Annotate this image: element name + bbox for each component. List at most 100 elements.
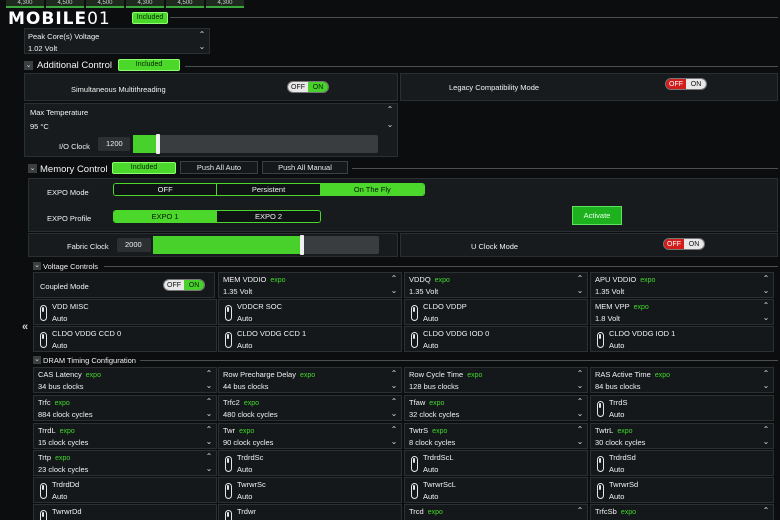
chevron-down-icon[interactable]: ⌄ — [33, 262, 41, 270]
chevron-up-icon[interactable]: ⌃ — [389, 398, 399, 406]
voltage-cell[interactable]: CLDO VDDG CCD 0 Auto — [33, 326, 217, 352]
chevron-up-icon[interactable]: ⌃ — [575, 507, 585, 515]
toggle-switch-icon[interactable] — [597, 332, 604, 348]
dram-timing-cell[interactable]: Row Cycle Time expo 128 bus clocks ⌃ ⌄ — [404, 367, 588, 393]
chevron-down-icon[interactable]: ⌄ — [761, 314, 771, 322]
chevron-up-icon[interactable]: ⌃ — [204, 426, 214, 434]
voltage-cell[interactable]: CLDO VDDG IOD 1 Auto — [590, 326, 774, 352]
io-clock-value[interactable]: 1200 — [98, 137, 130, 151]
chevron-down-icon[interactable]: ⌄ — [204, 382, 214, 390]
chevron-up-icon[interactable]: ⌃ — [575, 275, 585, 283]
toggle-switch-icon[interactable] — [40, 305, 47, 321]
voltage-cell[interactable]: MEM VPP expo 1.8 Volt ⌃ ⌄ — [590, 299, 774, 325]
chevron-down-icon[interactable]: ⌄ — [385, 121, 395, 129]
dram-timing-cell[interactable]: TrfcSbexpo⌃⌄ — [590, 504, 774, 520]
dram-timing-cell[interactable]: TwrwrSd Auto — [590, 477, 774, 503]
toggle-switch-icon[interactable] — [225, 483, 232, 499]
toggle-switch-icon[interactable] — [225, 456, 232, 472]
dram-timing-cell[interactable]: Trdwr — [218, 504, 402, 520]
dram-timing-cell[interactable]: Tfaw expo 32 clock cycles ⌃ ⌄ — [404, 395, 588, 421]
chevron-up-icon[interactable]: ⌃ — [389, 426, 399, 434]
toggle-switch-icon[interactable] — [40, 483, 47, 499]
toggle-switch-icon[interactable] — [597, 401, 604, 417]
dram-timing-cell[interactable]: TwtrS expo 8 clock cycles ⌃ ⌄ — [404, 423, 588, 449]
chevron-up-icon[interactable]: ⌃ — [385, 106, 395, 114]
slider-handle[interactable] — [300, 235, 305, 255]
chevron-down-icon[interactable]: ⌄ — [575, 382, 585, 390]
dram-timing-cell[interactable]: TwrwrDd — [33, 504, 217, 520]
chevron-up-icon[interactable]: ⌃ — [761, 370, 771, 378]
toggle-switch-icon[interactable] — [225, 305, 232, 321]
chevron-up-icon[interactable]: ⌃ — [204, 370, 214, 378]
dram-timing-cell[interactable]: TrdrdSd Auto — [590, 450, 774, 476]
dram-timing-cell[interactable]: Trcdexpo⌃⌄ — [404, 504, 588, 520]
dram-timing-cell[interactable]: TrrdS Auto — [590, 395, 774, 421]
toggle-switch-icon[interactable] — [597, 483, 604, 499]
dram-timing-cell[interactable]: TwrwrScL Auto — [404, 477, 588, 503]
chevron-down-icon[interactable]: ⌄ — [204, 410, 214, 418]
toggle-switch-icon[interactable] — [597, 456, 604, 472]
chevron-down-icon[interactable]: ⌄ — [204, 438, 214, 446]
chevron-down-icon[interactable]: ⌄ — [389, 382, 399, 390]
toggle-switch-icon[interactable] — [225, 332, 232, 348]
dram-timing-cell[interactable]: Row Precharge Delay expo 44 bus clocks ⌃ ⌄ — [218, 367, 402, 393]
chevron-up-icon[interactable]: ⌃ — [204, 453, 214, 461]
tab-expo-persistent[interactable]: Persistent — [217, 184, 321, 195]
chevron-up-icon[interactable]: ⌃ — [204, 398, 214, 406]
chevron-up-icon[interactable]: ⌃ — [761, 426, 771, 434]
dram-timing-cell[interactable]: TrdrdDd Auto — [33, 477, 217, 503]
chevron-down-icon[interactable]: ⌄ — [575, 438, 585, 446]
chevron-up-icon[interactable]: ⌃ — [761, 302, 771, 310]
chevron-down-icon[interactable]: ⌄ — [204, 465, 214, 473]
dram-timing-cell[interactable]: TrrdL expo 15 clock cycles ⌃ ⌄ — [33, 423, 217, 449]
voltage-cell[interactable]: VDD MISC Auto — [33, 299, 217, 325]
dram-timing-cell[interactable]: TrdrdScL Auto — [404, 450, 588, 476]
chevron-up-icon[interactable]: ⌃ — [761, 275, 771, 283]
voltage-cell[interactable]: VDDQ expo 1.35 Volt ⌃ ⌄ — [404, 272, 588, 298]
uclock-toggle[interactable]: OFF ON — [663, 238, 705, 250]
dram-timing-cell[interactable]: TwrwrSc Auto — [218, 477, 402, 503]
push-all-manual-button[interactable]: Push All Manual — [262, 161, 348, 174]
chevron-up-icon[interactable]: ⌃ — [389, 275, 399, 283]
dram-timing-cell[interactable]: TrdrdSc Auto — [218, 450, 402, 476]
io-clock-slider[interactable] — [133, 134, 378, 154]
dram-timing-cell[interactable]: TwtrL expo 30 clock cycles ⌃ ⌄ — [590, 423, 774, 449]
slider-handle[interactable] — [155, 134, 160, 154]
dram-timing-cell[interactable]: Trtp expo 23 clock cycles ⌃ ⌄ — [33, 450, 217, 476]
voltage-cell[interactable]: VDDCR SOC Auto — [218, 299, 402, 325]
tab-expo-off[interactable]: OFF — [114, 184, 218, 195]
dram-timing-cell[interactable]: CAS Latency expo 34 bus clocks ⌃ ⌄ — [33, 367, 217, 393]
dram-timing-cell[interactable]: Twr expo 90 clock cycles ⌃ ⌄ — [218, 423, 402, 449]
dram-timing-cell[interactable]: RAS Active Time expo 84 bus clocks ⌃ ⌄ — [590, 367, 774, 393]
voltage-cell[interactable]: CLDO VDDG IOD 0 Auto — [404, 326, 588, 352]
activate-button[interactable]: Activate — [572, 206, 622, 225]
voltage-cell[interactable]: MEM VDDIO expo 1.35 Volt ⌃ ⌄ — [218, 272, 402, 298]
chevron-down-icon[interactable]: ⌄ — [197, 43, 207, 51]
toggle-switch-icon[interactable] — [411, 456, 418, 472]
chevron-down-icon[interactable]: ⌄ — [389, 438, 399, 446]
chevron-down-icon[interactable]: ⌄ — [389, 410, 399, 418]
toggle-switch-icon[interactable] — [411, 305, 418, 321]
voltage-cell[interactable]: APU VDDIO expo 1.35 Volt ⌃ ⌄ — [590, 272, 774, 298]
fabric-clock-value[interactable]: 2000 — [117, 238, 151, 252]
chevron-up-icon[interactable]: ⌃ — [575, 398, 585, 406]
chevron-down-icon[interactable]: ⌄ — [761, 287, 771, 295]
fabric-clock-slider[interactable] — [153, 235, 379, 255]
chevron-down-icon[interactable]: ⌄ — [24, 61, 33, 70]
peak-voltage-panel[interactable]: Peak Core(s) Voltage 1.02 Volt ⌃ ⌄ — [24, 28, 210, 54]
chevron-up-icon[interactable]: ⌃ — [197, 31, 207, 39]
tab-expo-2[interactable]: EXPO 2 — [217, 211, 320, 222]
chevron-down-icon[interactable]: ⌄ — [761, 438, 771, 446]
chevron-down-icon[interactable]: ⌄ — [28, 164, 37, 173]
legacy-toggle[interactable]: OFF ON — [665, 78, 707, 90]
toggle-switch-icon[interactable] — [40, 332, 47, 348]
smt-toggle[interactable]: OFF ON — [287, 81, 329, 93]
chevron-up-icon[interactable]: ⌃ — [389, 370, 399, 378]
toggle-switch-icon[interactable] — [40, 510, 47, 520]
chevron-up-icon[interactable]: ⌃ — [761, 507, 771, 515]
chevron-up-icon[interactable]: ⌃ — [575, 426, 585, 434]
push-all-auto-button[interactable]: Push All Auto — [180, 161, 258, 174]
chevron-down-icon[interactable]: ⌄ — [761, 382, 771, 390]
toggle-switch-icon[interactable] — [411, 483, 418, 499]
tab-expo-1[interactable]: EXPO 1 — [114, 211, 217, 222]
